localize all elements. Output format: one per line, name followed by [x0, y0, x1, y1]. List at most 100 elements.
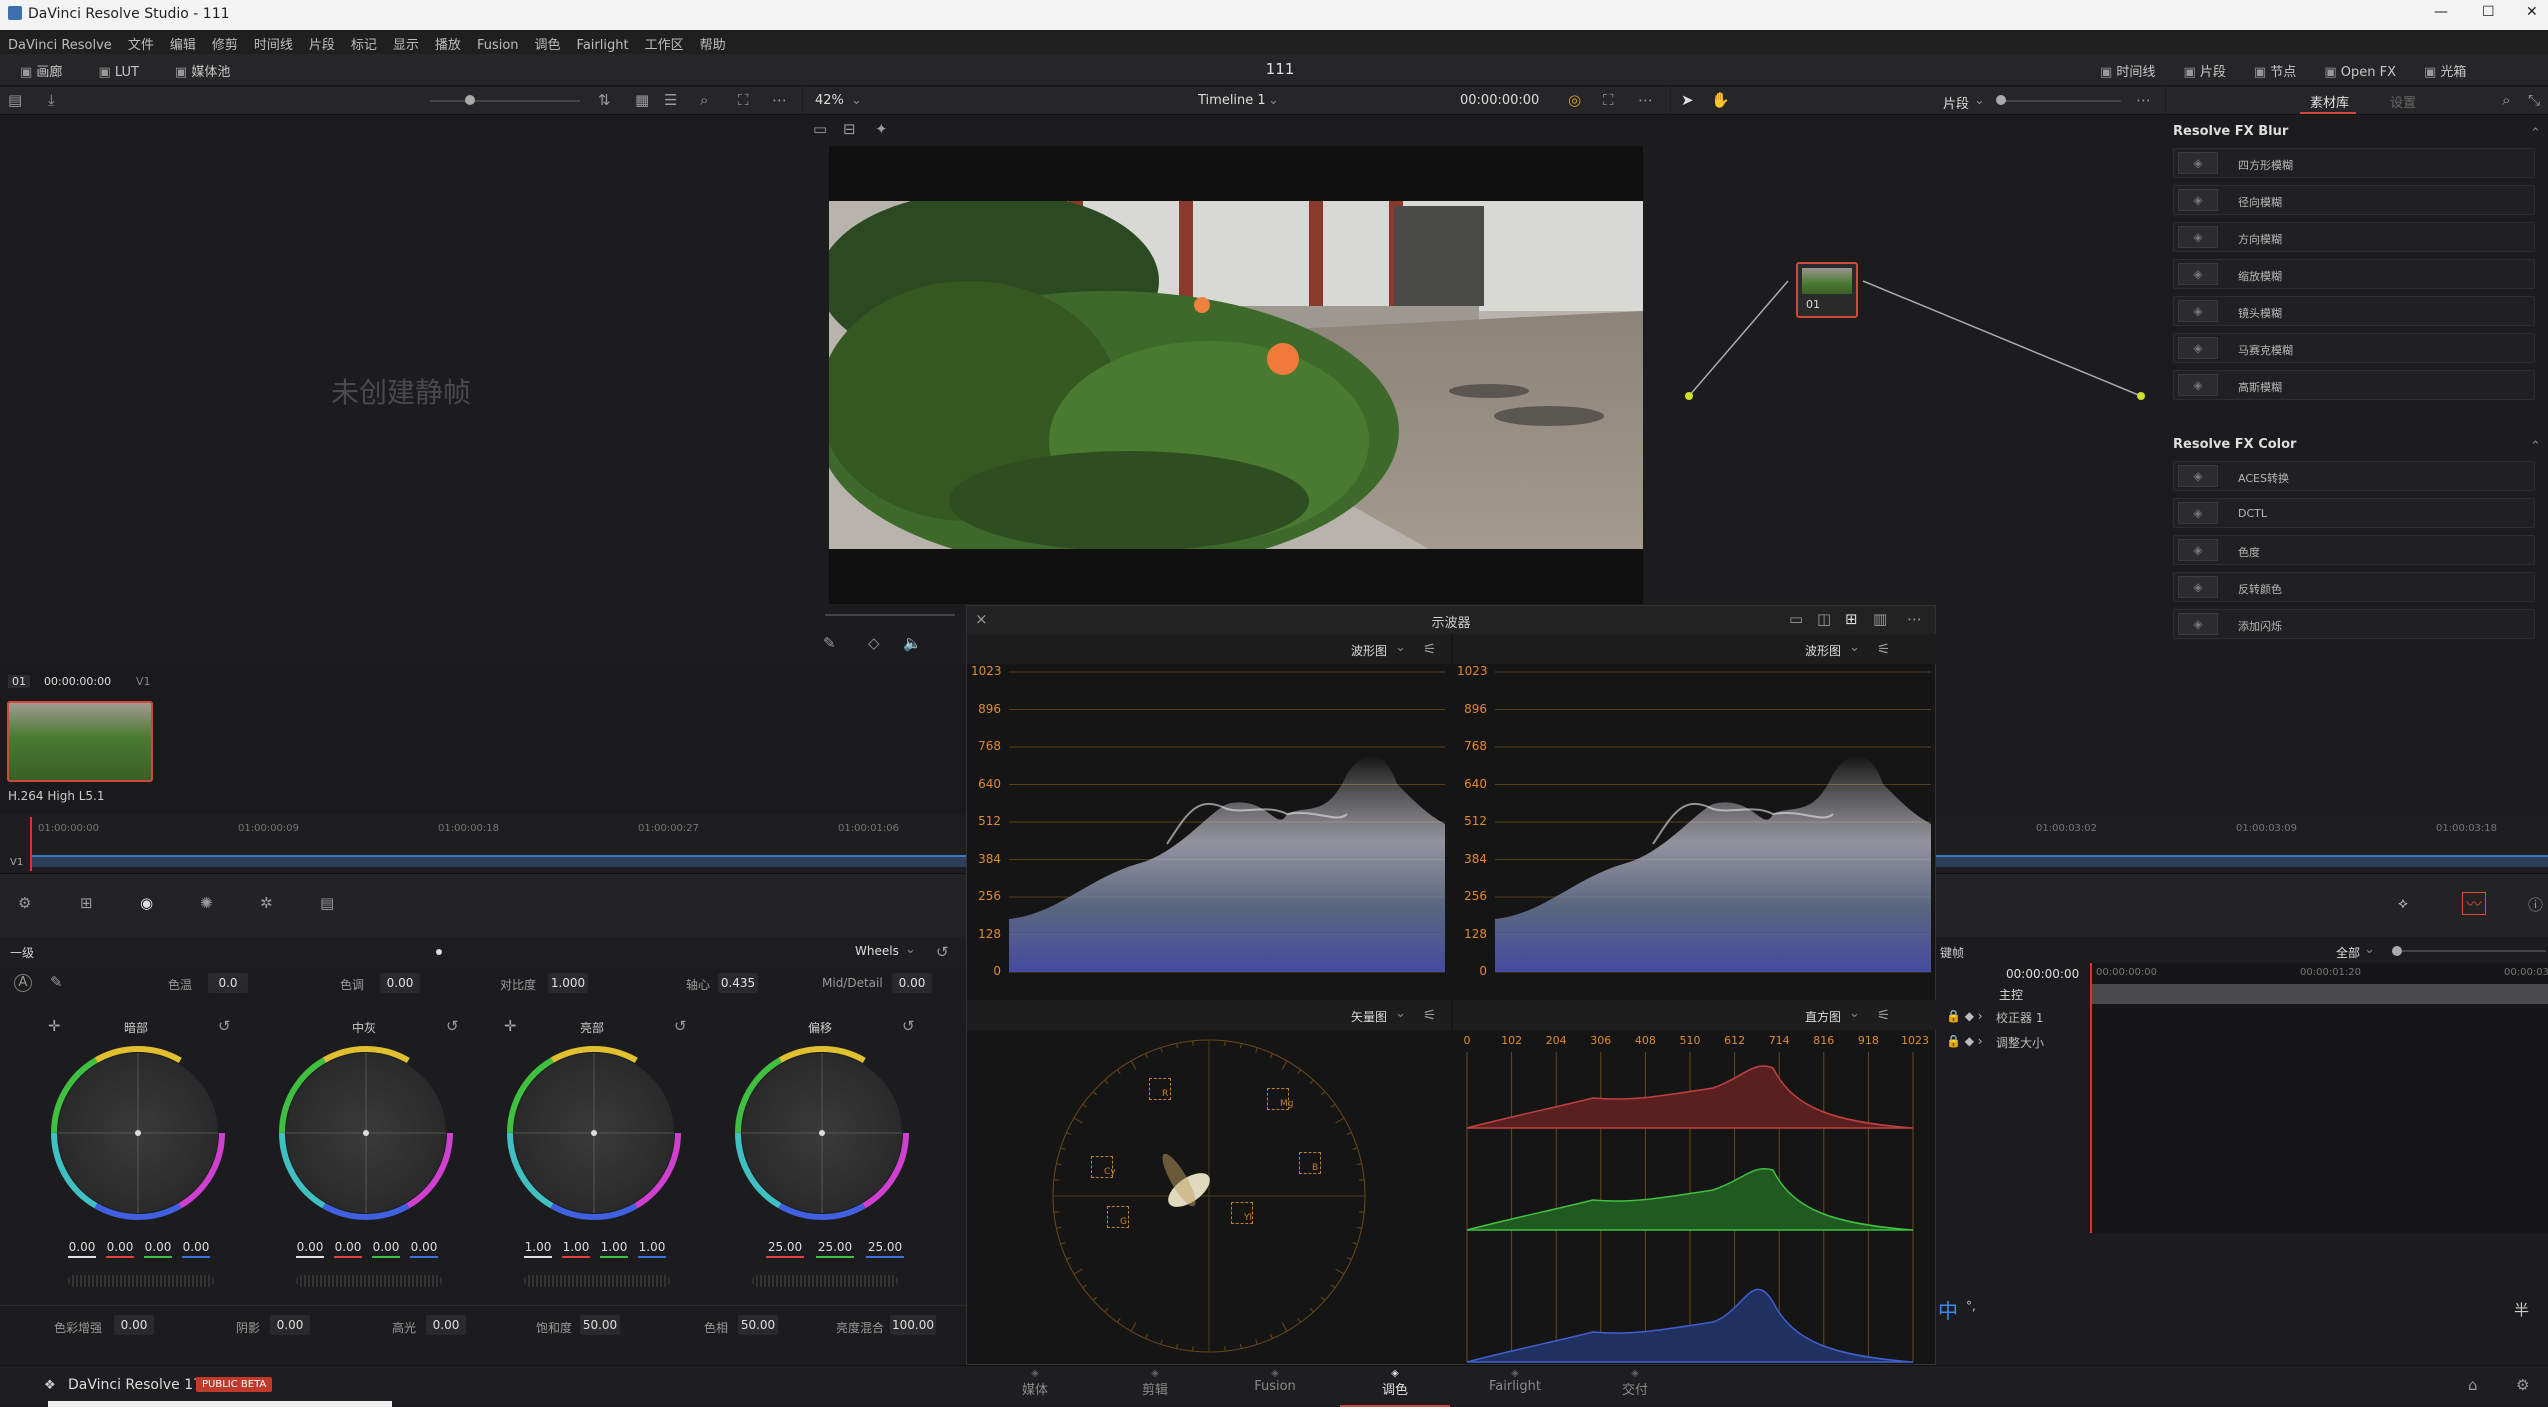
close-button[interactable]: ✕: [2526, 4, 2538, 20]
fx-item[interactable]: ◈ 四方形模糊: [2173, 148, 2535, 178]
wheel-value[interactable]: 0.00: [102, 1237, 138, 1258]
list-view-icon[interactable]: ☰: [664, 91, 677, 109]
scope-mode-select[interactable]: 波形图: [1805, 642, 1841, 659]
param-value-field[interactable]: 0.435: [718, 973, 758, 993]
crosshair-icon[interactable]: ✛: [48, 1017, 61, 1035]
toolbar-button-nodes[interactable]: ▣ 节点: [2254, 65, 2296, 80]
home-icon[interactable]: ⌂: [2468, 1376, 2478, 1394]
toolbar-button-clips[interactable]: ▣ 片段: [2183, 65, 2225, 80]
tab-settings[interactable]: 设置: [2390, 92, 2416, 111]
motion-effects-icon[interactable]: ▤: [320, 894, 334, 912]
param-value-field[interactable]: 0.00: [114, 1315, 154, 1335]
page-tab-3[interactable]: ◈ 调色: [1340, 1366, 1450, 1407]
wheel-value[interactable]: 0.00: [330, 1237, 366, 1258]
fx-item[interactable]: ◈ DCTL: [2173, 498, 2535, 528]
node-zoom-slider[interactable]: [2001, 100, 2121, 102]
fullscreen-icon[interactable]: ⛶: [738, 91, 749, 109]
param-value-field[interactable]: 1.000: [548, 973, 588, 993]
grab-still-icon[interactable]: ⤓: [48, 91, 55, 109]
page-tab-1[interactable]: ◈ 剪辑: [1100, 1366, 1210, 1407]
ime-punct-indicator[interactable]: °,: [1966, 1299, 1976, 1313]
fullscreen-icon[interactable]: ⛶: [1603, 91, 1614, 109]
menu-item[interactable]: 文件: [128, 38, 154, 53]
wheel-value[interactable]: 25.00: [762, 1237, 808, 1258]
keyframe-playhead[interactable]: [2090, 963, 2092, 1233]
menu-item[interactable]: 标记: [351, 38, 377, 53]
chevron-down-icon[interactable]: ⌄: [1268, 93, 1279, 108]
keyframe-mode-select[interactable]: 全部: [2336, 944, 2360, 961]
wheel-jog-slider[interactable]: [524, 1275, 670, 1287]
keyframe-zoom-slider[interactable]: [2396, 950, 2546, 952]
more-options-icon[interactable]: ⋯: [1638, 91, 1653, 109]
param-value-field[interactable]: 0.00: [892, 973, 932, 993]
tab-library[interactable]: 素材库: [2310, 92, 2349, 111]
menu-item[interactable]: 帮助: [700, 38, 726, 53]
chevron-down-icon[interactable]: ⌄: [1849, 1006, 1860, 1021]
wheel-jog-slider[interactable]: [296, 1275, 442, 1287]
chevron-down-icon[interactable]: ⌄: [2364, 942, 2375, 957]
page-tab-5[interactable]: ◈ 交付: [1580, 1366, 1690, 1407]
param-value-field[interactable]: 50.00: [580, 1315, 620, 1335]
more-options-icon[interactable]: ⋯: [1907, 610, 1922, 628]
thumb-size-slider[interactable]: [430, 100, 580, 102]
page-tab-0[interactable]: ◈ 媒体: [980, 1366, 1090, 1407]
wheel-value[interactable]: 0.00: [406, 1237, 442, 1258]
menu-item[interactable]: 修剪: [212, 38, 238, 53]
wheel-value[interactable]: 0.00: [368, 1237, 404, 1258]
chevron-down-icon[interactable]: ⌄: [851, 93, 862, 108]
volume-icon[interactable]: 🔈: [903, 634, 922, 652]
param-value-field[interactable]: 50.00: [738, 1315, 778, 1335]
slider-handle[interactable]: [1996, 95, 2006, 105]
wheel-value[interactable]: 0.00: [64, 1237, 100, 1258]
menu-item[interactable]: 编辑: [170, 38, 196, 53]
param-value-field[interactable]: 0.00: [426, 1315, 466, 1335]
search-icon[interactable]: ⌕: [2502, 91, 2510, 109]
fx-item[interactable]: ◈ 方向模糊: [2173, 222, 2535, 252]
menu-item[interactable]: 片段: [309, 38, 335, 53]
scope-mode-select[interactable]: 波形图: [1351, 642, 1387, 659]
maximize-button[interactable]: ☐: [2482, 4, 2495, 20]
picker-icon[interactable]: ✎: [50, 973, 63, 991]
single-view-icon[interactable]: ▭: [813, 120, 827, 138]
keyframe-row-lock-icon[interactable]: 🔒 ◆ ›: [1946, 1034, 1983, 1048]
chevron-down-icon[interactable]: ⌄: [1395, 640, 1406, 655]
color-bypass-icon[interactable]: ◎: [1568, 91, 1581, 109]
scopes-toggle-icon[interactable]: 〰: [2462, 892, 2486, 915]
toolbar-button-lut[interactable]: ▣ LUT: [98, 65, 138, 80]
keyframe-row-lock-icon[interactable]: 🔒 ◆ ›: [1946, 1009, 1983, 1023]
wheel-value[interactable]: 0.00: [140, 1237, 176, 1258]
clip-thumbnail[interactable]: [7, 701, 153, 782]
scope-mode-select[interactable]: 直方图: [1805, 1008, 1841, 1025]
toolbar-button-openfx[interactable]: ▣ Open FX: [2324, 65, 2396, 80]
param-value-field[interactable]: 0.00: [380, 973, 420, 993]
scope-settings-icon[interactable]: ⚟: [1877, 1006, 1890, 1024]
wheel-value[interactable]: 1.00: [558, 1237, 594, 1258]
rgb-mixer-icon[interactable]: ✲: [260, 894, 273, 912]
mini-playhead[interactable]: [30, 817, 32, 871]
crosshair-icon[interactable]: ✛: [504, 1017, 517, 1035]
layout-1-icon[interactable]: ▭: [1789, 610, 1803, 628]
scope-mode-select[interactable]: 矢量图: [1351, 1008, 1387, 1025]
search-icon[interactable]: ⌕: [700, 91, 708, 109]
more-options-icon[interactable]: ⋯: [772, 91, 787, 109]
page-tab-4[interactable]: ◈ Fairlight: [1460, 1366, 1570, 1407]
fx-item[interactable]: ◈ 镜头模糊: [2173, 296, 2535, 326]
chevron-up-icon[interactable]: ⌃: [2530, 439, 2541, 454]
wheel-value[interactable]: 0.00: [292, 1237, 328, 1258]
param-value-field[interactable]: 100.00: [890, 1315, 936, 1335]
fx-item[interactable]: ◈ 马赛克模糊: [2173, 333, 2535, 363]
highlight-icon[interactable]: ✦: [875, 120, 888, 138]
ime-lang-indicator[interactable]: 中: [1938, 1295, 1958, 1324]
slider-handle[interactable]: [2392, 946, 2402, 956]
layout-2-icon[interactable]: ◫: [1817, 610, 1831, 628]
scrub-bar[interactable]: [825, 614, 955, 616]
fx-section-title[interactable]: Resolve FX Blur: [2173, 124, 2288, 139]
hdr-icon[interactable]: ✺: [200, 894, 213, 912]
layers-icon[interactable]: ◇: [868, 634, 880, 652]
page-dot[interactable]: [436, 949, 442, 955]
collapse-icon[interactable]: ⤡: [2528, 91, 2540, 109]
wheel-value[interactable]: 1.00: [520, 1237, 556, 1258]
chevron-down-icon[interactable]: ⌄: [1974, 93, 1985, 108]
color-wheel[interactable]: [48, 1043, 228, 1223]
toolbar-button-media-pool[interactable]: ▣ 媒体池: [175, 65, 230, 80]
